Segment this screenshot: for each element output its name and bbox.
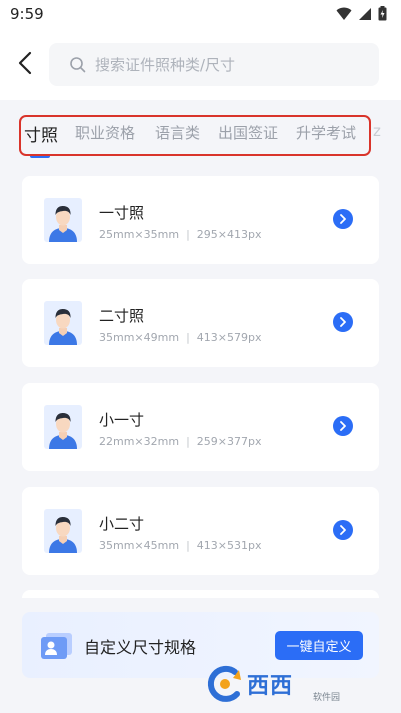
size-spec: 35mm×49mm | 413×579px — [99, 331, 262, 344]
chevron-right-icon — [340, 317, 346, 327]
category-tabs: 寸照 职业资格 语言类 出国签证 升学考试 z — [0, 100, 401, 162]
size-spec: 25mm×35mm | 295×413px — [99, 228, 262, 241]
size-title: 小一寸 — [99, 411, 145, 429]
size-mm: 25mm×35mm — [99, 228, 180, 241]
open-size-button[interactable] — [333, 312, 353, 332]
separator: | — [186, 539, 190, 552]
open-size-button[interactable] — [333, 520, 353, 540]
search-input[interactable]: 搜索证件照种类/尺寸 — [49, 43, 379, 86]
chevron-right-icon — [340, 214, 346, 224]
chevron-right-icon — [340, 421, 346, 431]
search-placeholder: 搜索证件照种类/尺寸 — [95, 56, 236, 74]
watermark-logo-icon — [207, 665, 241, 702]
size-px: 413×579px — [196, 331, 262, 344]
size-spec: 22mm×32mm | 259×377px — [99, 435, 262, 448]
size-title: 小二寸 — [99, 515, 145, 533]
open-size-button[interactable] — [333, 209, 353, 229]
size-card-peek — [22, 590, 379, 598]
separator: | — [186, 228, 190, 241]
header: 搜索证件照种类/尺寸 — [0, 30, 401, 100]
status-time: 9:59 — [10, 5, 44, 23]
size-px: 413×531px — [196, 539, 262, 552]
site-watermark: 西西 软件园 — [205, 664, 383, 704]
id-card-icon — [41, 633, 72, 659]
watermark-subtext: 软件园 — [313, 693, 341, 703]
watermark-text: 西西 — [247, 674, 294, 699]
size-mm: 35mm×49mm — [99, 331, 180, 344]
size-card[interactable]: 二寸照 35mm×49mm | 413×579px — [22, 279, 379, 367]
separator: | — [186, 331, 190, 344]
status-icons — [336, 6, 387, 21]
size-card[interactable]: 一寸照 25mm×35mm | 295×413px — [22, 176, 379, 264]
chevron-left-icon — [18, 51, 32, 75]
size-spec: 35mm×45mm | 413×531px — [99, 539, 262, 552]
back-button[interactable] — [12, 48, 38, 78]
size-card[interactable]: 小一寸 22mm×32mm | 259×377px — [22, 383, 379, 471]
size-mm: 35mm×45mm — [99, 539, 180, 552]
size-px: 295×413px — [196, 228, 262, 241]
search-icon — [70, 56, 86, 72]
size-card[interactable]: 小二寸 35mm×45mm | 413×531px — [22, 487, 379, 575]
size-px: 259×377px — [196, 435, 262, 448]
custom-size-button[interactable]: 一键自定义 — [275, 631, 363, 660]
tabs-highlight-box — [19, 115, 371, 156]
size-title: 二寸照 — [99, 307, 145, 325]
size-mm: 22mm×32mm — [99, 435, 180, 448]
portrait-avatar-icon — [44, 301, 82, 345]
signal-icon — [359, 7, 371, 20]
custom-size-title: 自定义尺寸规格 — [84, 638, 197, 657]
open-size-button[interactable] — [333, 416, 353, 436]
separator: | — [186, 435, 190, 448]
status-bar: 9:59 — [0, 0, 401, 30]
portrait-avatar-icon — [44, 509, 82, 553]
portrait-avatar-icon — [44, 198, 82, 242]
battery-icon — [378, 6, 387, 21]
wifi-icon — [336, 7, 352, 20]
portrait-avatar-icon — [44, 405, 82, 449]
chevron-right-icon — [340, 525, 346, 535]
size-title: 一寸照 — [99, 204, 145, 222]
tab-overflow-peek: z — [373, 122, 381, 140]
